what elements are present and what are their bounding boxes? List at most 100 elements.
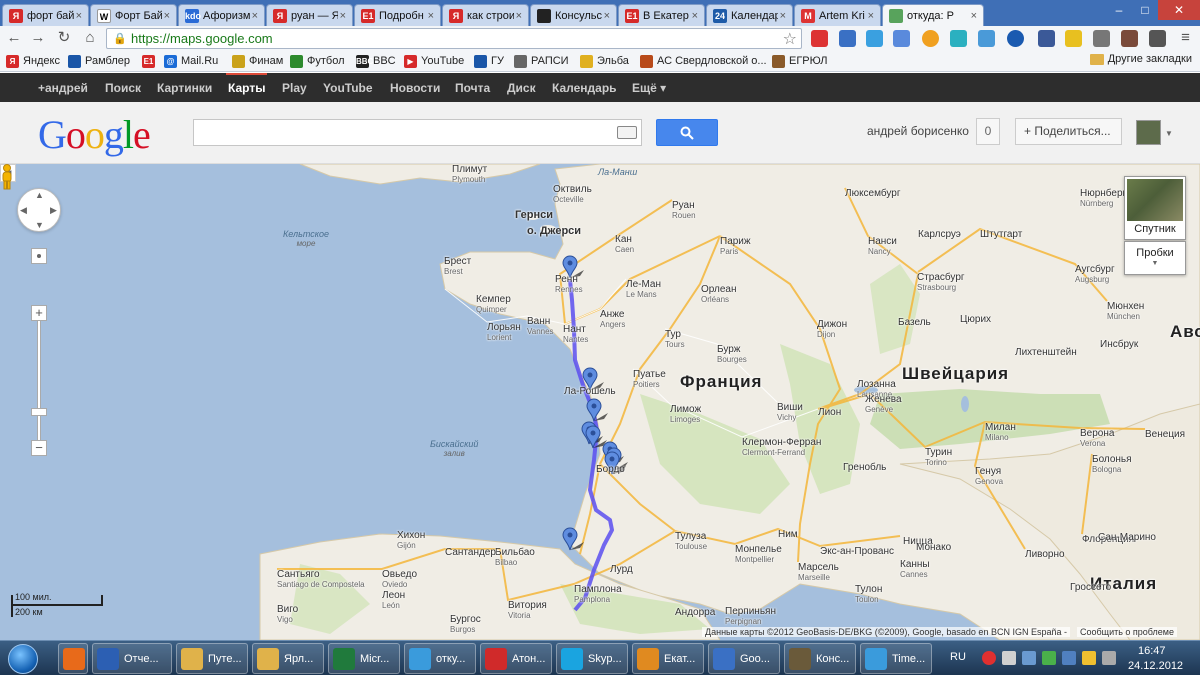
- browser-tab[interactable]: E1 В Екатер ×: [618, 4, 705, 26]
- taskbar-item[interactable]: Goo...: [708, 643, 780, 674]
- close-icon[interactable]: ✕: [1158, 0, 1200, 20]
- tab-close-icon[interactable]: ×: [516, 10, 522, 22]
- bookmark-item[interactable]: АС Свердловской о...: [640, 53, 767, 69]
- tab-close-icon[interactable]: ×: [76, 10, 82, 22]
- gbar-link[interactable]: Картинки: [157, 81, 212, 95]
- tray-icon[interactable]: [1042, 651, 1056, 665]
- tab-close-icon[interactable]: ×: [252, 10, 258, 22]
- chat-extension-icon[interactable]: [950, 30, 967, 47]
- report-problem-link[interactable]: Сообщить о проблеме: [1077, 627, 1177, 637]
- keyboard-icon[interactable]: [617, 126, 637, 139]
- tab-close-icon[interactable]: ×: [971, 10, 977, 22]
- zoom-in-button[interactable]: +: [31, 305, 47, 321]
- share-button[interactable]: + Поделиться...: [1015, 118, 1122, 145]
- taskbar-item[interactable]: Отче...: [92, 643, 172, 674]
- browser-tab[interactable]: 24 Календар ×: [706, 4, 793, 26]
- extension-icon[interactable]: [922, 30, 939, 47]
- gbar-link[interactable]: Поиск: [105, 81, 141, 95]
- gbar-link[interactable]: +андрей: [38, 81, 88, 95]
- tray-icon[interactable]: [1062, 651, 1076, 665]
- taskbar-item[interactable]: отку...: [404, 643, 476, 674]
- google-logo[interactable]: Google: [38, 111, 151, 158]
- extension-icon[interactable]: [839, 30, 856, 47]
- browser-tab[interactable]: Якак строи ×: [442, 4, 529, 26]
- tray-icon[interactable]: [1102, 651, 1116, 665]
- language-indicator[interactable]: RU: [950, 651, 966, 663]
- pan-control[interactable]: ▲ ▼ ◀ ▶: [17, 188, 61, 232]
- browser-tab[interactable]: Яруан — Я ×: [266, 4, 353, 26]
- instagram-icon[interactable]: [1121, 30, 1138, 47]
- gbar-link[interactable]: Новости: [390, 81, 440, 95]
- zoom-slider[interactable]: [37, 321, 41, 449]
- gbar-link[interactable]: YouTube: [323, 81, 373, 95]
- zoom-out-button[interactable]: −: [31, 440, 47, 456]
- bookmark-item[interactable]: Футбол: [290, 53, 345, 69]
- bookmark-item[interactable]: @ Mail.Ru: [164, 53, 218, 69]
- clock-date[interactable]: 24.12.2012: [1128, 660, 1183, 672]
- bookmark-item[interactable]: ▶ YouTube: [404, 53, 464, 69]
- mail-extension-icon[interactable]: [1007, 30, 1024, 47]
- bookmark-item[interactable]: Рамблер: [68, 53, 130, 69]
- my-location-icon[interactable]: [31, 248, 47, 264]
- user-name[interactable]: андрей борисенко: [867, 124, 969, 138]
- gbar-link[interactable]: Play: [282, 81, 307, 95]
- taskbar-item[interactable]: Time...: [860, 643, 932, 674]
- gbar-link[interactable]: Календарь: [552, 81, 617, 95]
- maximize-icon[interactable]: □: [1132, 0, 1158, 20]
- clock-time[interactable]: 16:47: [1138, 645, 1166, 657]
- pegman-icon[interactable]: [0, 164, 14, 190]
- notifications-button[interactable]: 0: [976, 118, 1000, 145]
- start-button[interactable]: [2, 642, 46, 675]
- search-button[interactable]: [656, 119, 718, 146]
- minimize-icon[interactable]: –: [1106, 0, 1132, 20]
- signal-icon[interactable]: [1002, 651, 1016, 665]
- calendar-extension-icon[interactable]: [893, 30, 910, 47]
- taskbar-item[interactable]: Екат...: [632, 643, 704, 674]
- back-icon[interactable]: ←: [6, 30, 22, 46]
- facebook-icon[interactable]: [1038, 30, 1055, 47]
- taskbar-item[interactable]: Ярл...: [252, 643, 324, 674]
- bookmark-item[interactable]: РАПСИ: [514, 53, 569, 69]
- search-input[interactable]: [193, 119, 642, 146]
- pan-down-icon[interactable]: ▼: [35, 220, 44, 230]
- taskbar-item[interactable]: Skyp...: [556, 643, 628, 674]
- pan-left-icon[interactable]: ◀: [20, 205, 27, 216]
- bookmark-item[interactable]: ЕГРЮЛ: [772, 53, 827, 69]
- map-canvas[interactable]: Плимут Plymouth Октвиль Octeville Ла-Манш Гер…: [0, 164, 1200, 640]
- extension-icon[interactable]: [1149, 30, 1166, 47]
- extension-icon[interactable]: [1093, 30, 1110, 47]
- forward-icon[interactable]: →: [30, 30, 46, 46]
- taskbar-item[interactable]: Атон...: [480, 643, 552, 674]
- gbar-link[interactable]: Карты: [225, 73, 268, 95]
- zoom-slider-thumb[interactable]: [31, 408, 47, 416]
- tab-close-icon[interactable]: ×: [604, 10, 610, 22]
- browser-tab[interactable]: Яфорт бай ×: [2, 4, 89, 26]
- tab-close-icon[interactable]: ×: [692, 10, 698, 22]
- tab-close-icon[interactable]: ×: [340, 10, 346, 22]
- pan-up-icon[interactable]: ▲: [35, 190, 44, 200]
- bookmark-item[interactable]: Я Яндекс: [6, 53, 60, 69]
- browser-tab[interactable]: W Форт Бай ×: [90, 4, 177, 26]
- extension-icon[interactable]: [1065, 30, 1082, 47]
- bookmark-item[interactable]: Финам: [232, 53, 283, 69]
- chevron-down-icon[interactable]: ▼: [1165, 129, 1173, 138]
- pan-right-icon[interactable]: ▶: [50, 205, 57, 216]
- tab-close-icon[interactable]: ×: [164, 10, 170, 22]
- bookmark-item[interactable]: Эльба: [580, 53, 629, 69]
- gmail-extension-icon[interactable]: [811, 30, 828, 47]
- tab-close-icon[interactable]: ×: [780, 10, 786, 22]
- tab-close-icon[interactable]: ×: [868, 10, 874, 22]
- translate-extension-icon[interactable]: [866, 30, 883, 47]
- browser-tab[interactable]: E1 Подробн ×: [354, 4, 441, 26]
- gbar-link[interactable]: Почта: [455, 81, 490, 95]
- taskbar-item[interactable]: Micr...: [328, 643, 400, 674]
- avatar[interactable]: [1136, 120, 1161, 145]
- menu-icon[interactable]: ≡: [1177, 30, 1194, 47]
- gbar-link[interactable]: Ещё ▾: [632, 81, 666, 95]
- home-icon[interactable]: ⌂: [82, 30, 98, 46]
- browser-tab[interactable]: M Artem Kri ×: [794, 4, 881, 26]
- satellite-button[interactable]: Спутник: [1124, 176, 1186, 240]
- browser-tab[interactable]: откуда: Р ×: [882, 4, 984, 26]
- traffic-button[interactable]: Пробки ▼: [1124, 241, 1186, 275]
- drive-icon[interactable]: [1082, 651, 1096, 665]
